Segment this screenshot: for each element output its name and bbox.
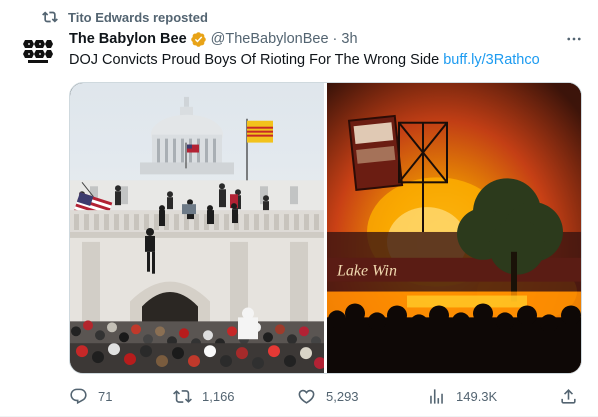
tweet-body: DOJ Convicts Proud Boys Of Rioting For T… <box>69 52 440 68</box>
post-time[interactable]: 3h <box>341 31 357 47</box>
repost-action-icon <box>173 389 192 403</box>
share-button[interactable] <box>559 384 588 408</box>
views-chart-icon <box>430 388 443 404</box>
repost-banner-text: Tito Edwards reposted <box>68 9 208 25</box>
heart-icon <box>298 389 315 404</box>
tweet-link[interactable]: buff.ly/3Rathco <box>443 52 539 68</box>
tweet-header: The Babylon Bee @TheBabylonBee · 3h <box>69 29 358 49</box>
verified-badge-icon[interactable] <box>190 31 207 48</box>
like-button[interactable]: 5,293 <box>297 384 359 408</box>
like-count: 5,293 <box>326 388 359 404</box>
share-icon <box>561 388 576 404</box>
author-handle[interactable]: @TheBabylonBee <box>211 31 329 47</box>
repost-count: 1,166 <box>202 388 235 404</box>
avatar[interactable] <box>18 31 58 71</box>
media-grid[interactable]: Lake Win <box>69 82 582 374</box>
burning-building-photo[interactable]: Lake Win <box>327 83 581 373</box>
reply-count: 71 <box>98 388 113 404</box>
repost-banner[interactable]: Tito Edwards reposted <box>42 8 208 26</box>
capitol-crowd-photo[interactable] <box>70 83 324 373</box>
building-sign-text: Lake Win <box>336 263 397 280</box>
repost-button[interactable]: 1,166 <box>173 384 235 408</box>
more-options-icon[interactable] <box>564 30 584 48</box>
tweet-actions: 71 1,166 5,293 149.3K <box>69 384 582 408</box>
reply-button[interactable]: 71 <box>69 384 112 408</box>
reply-icon <box>70 388 87 404</box>
babylon-bee-logo-icon <box>18 31 58 71</box>
tweet-text: DOJ Convicts Proud Boys Of Rioting For T… <box>69 51 584 70</box>
views-button[interactable]: 149.3K <box>427 384 497 408</box>
views-count: 149.3K <box>456 388 498 404</box>
repost-icon <box>42 9 58 25</box>
header-separator: · <box>332 31 338 47</box>
author-name[interactable]: The Babylon Bee <box>69 31 187 47</box>
tweet[interactable]: Tito Edwards reposted The Babylon Bee @T… <box>0 0 598 417</box>
